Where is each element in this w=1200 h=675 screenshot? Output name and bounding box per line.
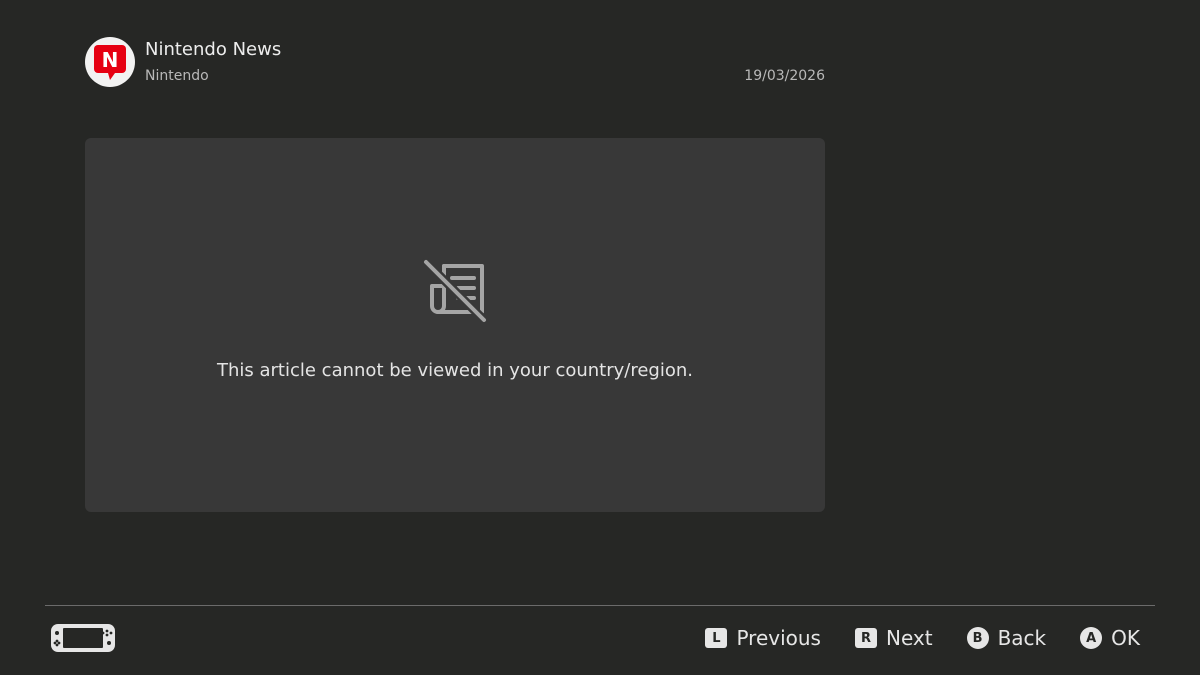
back-button[interactable]: B Back xyxy=(966,626,1047,650)
console-handheld-icon xyxy=(51,624,115,652)
next-button[interactable]: R Next xyxy=(854,626,933,650)
back-label: Back xyxy=(997,626,1047,650)
unavailable-message: This article cannot be viewed in your co… xyxy=(217,360,693,381)
button-guide: L Previous R Next B Back A OK xyxy=(705,622,1140,654)
ok-button[interactable]: A OK xyxy=(1080,626,1140,650)
r-button-icon: R xyxy=(854,628,877,648)
ok-label: OK xyxy=(1111,626,1140,650)
channel-publisher: Nintendo xyxy=(145,68,209,84)
article-date: 19/03/2026 xyxy=(744,68,825,84)
previous-label: Previous xyxy=(736,626,821,650)
logo-letter: N xyxy=(102,48,119,72)
footer-divider xyxy=(45,605,1155,606)
article-panel: This article cannot be viewed in your co… xyxy=(85,138,825,512)
channel-title: Nintendo News xyxy=(145,39,282,60)
previous-button[interactable]: L Previous xyxy=(705,626,821,650)
l-button-icon: L xyxy=(705,628,728,648)
b-button-icon: B xyxy=(966,627,989,649)
article-header: N Nintendo News Nintendo 19/03/2026 xyxy=(85,37,825,89)
news-unavailable-icon xyxy=(422,258,488,324)
next-label: Next xyxy=(885,626,933,650)
a-button-icon: A xyxy=(1080,627,1103,649)
nintendo-news-logo-icon: N xyxy=(85,37,135,87)
